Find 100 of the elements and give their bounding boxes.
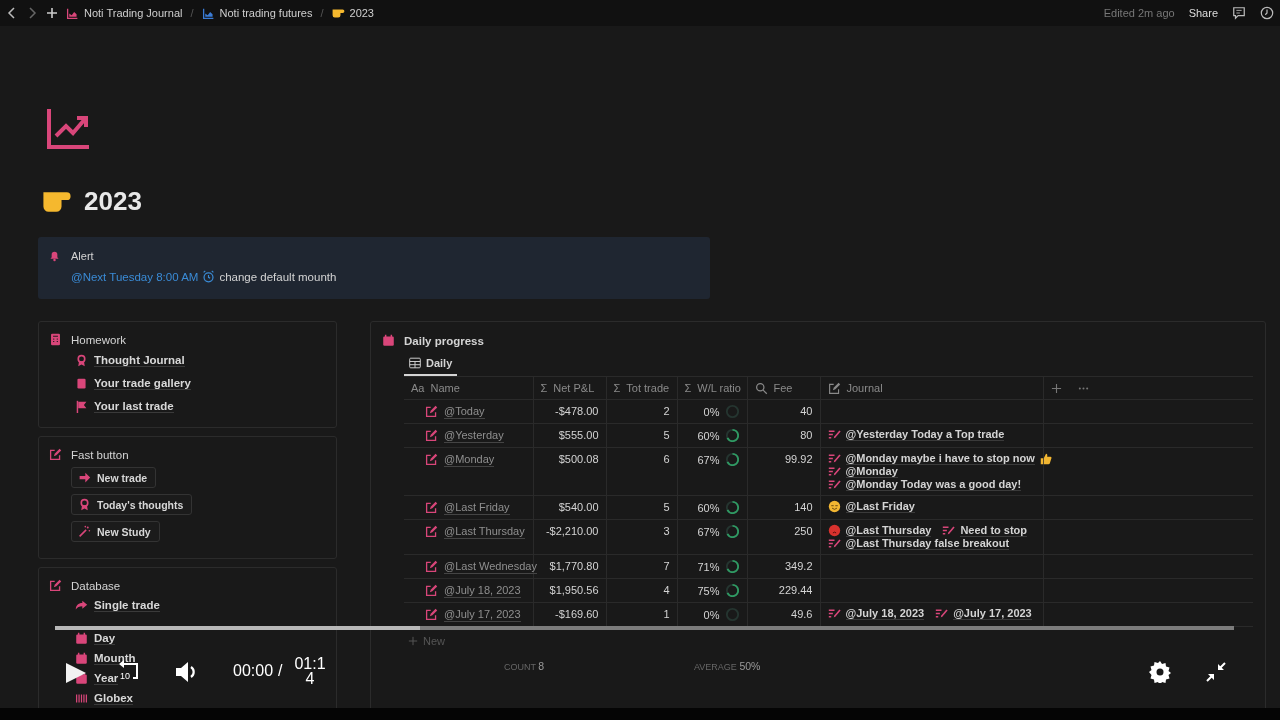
calendar-icon: [382, 334, 395, 347]
row-name[interactable]: @Last Thursday: [444, 524, 525, 539]
table-cell: $1,770.80: [549, 560, 599, 572]
edit-icon: [49, 579, 62, 592]
column-header[interactable]: Aa Name: [404, 376, 533, 400]
clock-icon[interactable]: [1260, 6, 1274, 20]
journal-link[interactable]: @July 17, 2023: [953, 607, 1032, 620]
row-name[interactable]: @Last Wednesday: [444, 559, 537, 574]
journal-link[interactable]: @Last Thursday false breakout: [845, 537, 1010, 550]
journal-link[interactable]: Need to stop: [960, 524, 1028, 537]
note-icon: [935, 607, 949, 620]
note-icon: [827, 465, 841, 478]
note-icon: [827, 452, 841, 465]
journal-link[interactable]: @Monday Today was a good day!: [845, 478, 1022, 491]
page-link[interactable]: Year: [94, 671, 119, 685]
barcode-icon: [75, 691, 88, 705]
share-button[interactable]: Share: [1188, 7, 1218, 19]
page-link[interactable]: Your last trade: [94, 399, 174, 413]
date-mention[interactable]: @Next Tuesday 8:00 AM: [71, 270, 199, 283]
journal-link[interactable]: @Monday maybe i have to stop now: [845, 452, 1035, 465]
breadcrumb-link[interactable]: Noti Trading Journal: [84, 7, 183, 19]
row-name[interactable]: @Last Friday: [444, 500, 510, 515]
journal-link[interactable]: @Last Friday: [845, 500, 915, 513]
settings-icon[interactable]: [1149, 661, 1171, 683]
template-button[interactable]: Today's thoughts: [71, 494, 193, 515]
table-cell: 67%: [697, 524, 720, 539]
page-link[interactable]: Thought Journal: [94, 353, 185, 367]
edit-icon: [49, 448, 62, 461]
table-cell: 349.2: [784, 560, 813, 572]
column-header[interactable]: Journal: [820, 376, 1043, 400]
calculator-icon: [49, 333, 62, 346]
journal-link[interactable]: @Yesterday Today a Top trade: [845, 428, 1005, 441]
column-type-glyph: Σ: [613, 382, 621, 394]
table-cell: 6: [663, 453, 670, 465]
calendar-icon: [75, 631, 88, 645]
breadcrumb-link[interactable]: Noti trading futures: [219, 7, 313, 19]
template-button[interactable]: New Study: [71, 521, 160, 542]
breadcrumb-link[interactable]: 2023: [349, 7, 374, 19]
table-cell: 60%: [697, 428, 720, 443]
table-cell: -$169.60: [555, 608, 599, 620]
table-cell: $555.00: [558, 429, 599, 441]
row-name[interactable]: @Monday: [444, 452, 495, 467]
page-title: 2023: [84, 186, 142, 217]
edit-icon: [827, 381, 841, 395]
row-name[interactable]: @July 17, 2023: [444, 607, 521, 622]
exit-fullscreen-icon[interactable]: [1206, 662, 1226, 682]
alert-title: Alert: [71, 249, 94, 262]
play-icon[interactable]: [65, 662, 87, 684]
search-icon: [754, 381, 768, 395]
edit-icon: [425, 429, 438, 442]
total-time: 01:14: [294, 656, 326, 686]
page-link[interactable]: Day: [94, 631, 116, 645]
column-header[interactable]: Σ Net P&L: [533, 376, 606, 400]
edit-icon: [425, 584, 438, 597]
forward-arrow-icon: [75, 598, 88, 612]
journal-link[interactable]: @Monday: [845, 465, 898, 478]
card-title: Database: [71, 579, 121, 592]
table-cell: -$478.00: [555, 405, 599, 417]
view-tab[interactable]: Daily: [404, 355, 458, 376]
page-link[interactable]: Globex: [94, 691, 133, 705]
row-name[interactable]: @July 18, 2023: [444, 583, 521, 598]
bell-icon: [48, 249, 61, 262]
comment-icon[interactable]: [1232, 6, 1246, 20]
journal-link[interactable]: @July 18, 2023: [845, 607, 925, 620]
table-cell: 7: [663, 560, 670, 572]
table-cell: 140: [794, 501, 813, 513]
page-link[interactable]: Single trade: [94, 598, 160, 612]
column-type-glyph: Σ: [540, 382, 548, 394]
row-name[interactable]: @Today: [444, 404, 485, 419]
table-cell: 80: [800, 429, 813, 441]
time-separator: /: [278, 662, 283, 680]
back-icon[interactable]: [6, 7, 18, 19]
magic-wand-icon: [78, 525, 91, 538]
average-value: 50%: [739, 660, 761, 672]
table-cell: 0%: [703, 607, 720, 622]
note-icon: [942, 524, 956, 537]
template-button[interactable]: New trade: [71, 467, 157, 488]
table-cell: -$2,210.00: [545, 525, 599, 537]
edit-icon: [425, 453, 438, 466]
edit-icon: [425, 560, 438, 573]
row-name[interactable]: @Yesterday: [444, 428, 504, 443]
column-header[interactable]: Fee: [747, 376, 820, 400]
note-icon: [827, 478, 841, 491]
note-icon: [827, 428, 841, 441]
column-label: W/L ratio: [697, 382, 741, 394]
table-cell: $500.08: [558, 453, 599, 465]
table-cell: 49.6: [791, 608, 813, 620]
column-header[interactable]: Σ Tot trade: [606, 376, 677, 400]
journal-link[interactable]: @Last Thursday: [845, 524, 932, 537]
count-label: COUNT: [504, 662, 536, 672]
column-header[interactable]: Σ W/L ratio: [677, 376, 747, 400]
table-cell: 2: [663, 405, 670, 417]
edit-icon: [425, 525, 438, 538]
table-cell: 250: [794, 525, 813, 537]
column-type-glyph: Σ: [684, 382, 692, 394]
chart-icon: [46, 106, 92, 150]
table-cell: 67%: [697, 452, 720, 467]
page-link[interactable]: Your trade gallery: [94, 376, 191, 390]
forward-icon[interactable]: [26, 7, 38, 19]
column-label: Journal: [846, 382, 883, 394]
